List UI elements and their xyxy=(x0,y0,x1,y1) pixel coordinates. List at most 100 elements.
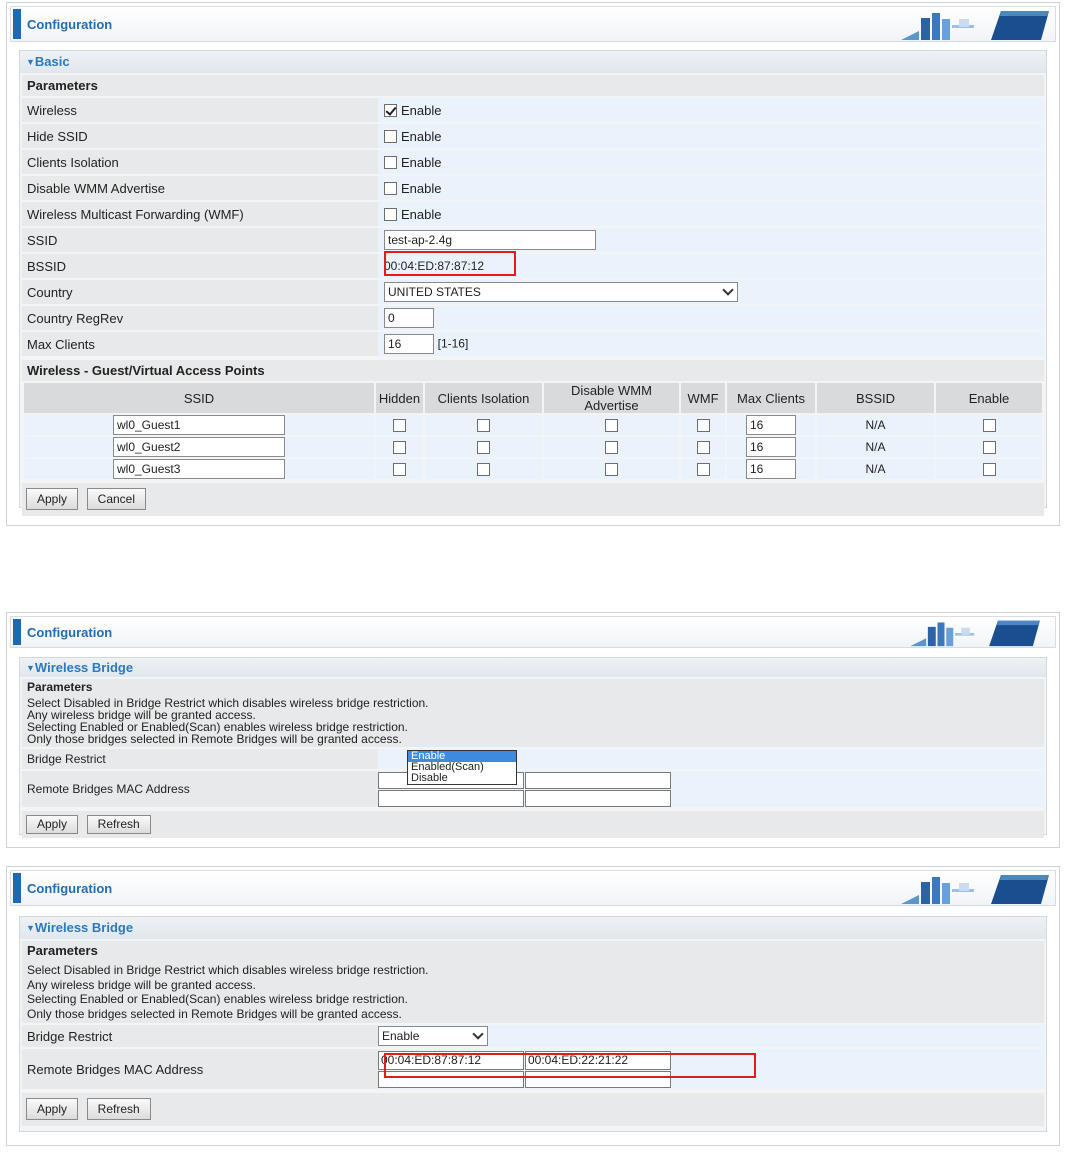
guest-col-enable: Enable xyxy=(936,383,1042,413)
guest-col-bssid: BSSID xyxy=(817,383,934,413)
guest3-isolation-checkbox[interactable] xyxy=(477,462,490,476)
guest1-hidden-checkbox[interactable] xyxy=(393,418,406,432)
header-title: Configuration xyxy=(27,17,113,32)
clients-isolation-checkbox[interactable] xyxy=(384,155,397,169)
bridge-restrict-label: Bridge Restrict xyxy=(22,1025,378,1047)
cancel-button[interactable]: Cancel xyxy=(86,488,147,510)
parameters-heading: Parameters xyxy=(22,941,1044,961)
mac-input-2[interactable] xyxy=(525,771,671,789)
basic-config-panel: Configuration ▼Basic Parameters Wireless… xyxy=(6,2,1060,526)
guest3-hidden-checkbox[interactable] xyxy=(393,462,406,476)
guest3-enable-checkbox[interactable] xyxy=(982,462,996,476)
disable-wmm-checkbox[interactable] xyxy=(384,181,397,195)
guest3-bssid: N/A xyxy=(817,459,934,479)
guest3-ssid-input[interactable]: wl0_Guest3 xyxy=(113,459,285,479)
clients-isolation-enable-label: Enable xyxy=(401,154,442,170)
guest-col-max-clients: Max Clients xyxy=(727,383,815,413)
clients-isolation-row: Clients Isolation Enable xyxy=(22,150,1044,174)
table-row: wl0_Guest3 16 N/A xyxy=(24,459,1042,479)
max-clients-row: Max Clients 16 [1-16] xyxy=(22,332,1044,356)
wireless-bridge-section-toggle[interactable]: ▼Wireless Bridge xyxy=(20,917,1046,939)
wmf-row: Wireless Multicast Forwarding (WMF) Enab… xyxy=(22,202,1044,226)
max-clients-label: Max Clients xyxy=(22,332,378,356)
guest3-wmm-checkbox[interactable] xyxy=(605,462,618,476)
hide-ssid-checkbox[interactable] xyxy=(384,129,397,143)
bridge-config-panel: Configuration ▼Wireless Bridge Parameter… xyxy=(6,866,1060,1146)
bridge-form-table: Bridge Restrict Remote Bridges MAC Addre… xyxy=(22,747,1044,809)
refresh-button[interactable]: Refresh xyxy=(86,815,151,834)
country-row: Country UNITED STATES xyxy=(22,280,1044,304)
mac-input-4[interactable] xyxy=(525,1070,671,1088)
country-regrev-label: Country RegRev xyxy=(22,306,378,330)
mac-input-4[interactable] xyxy=(525,789,671,807)
wmf-label: Wireless Multicast Forwarding (WMF) xyxy=(22,202,378,226)
apply-button[interactable]: Apply xyxy=(26,488,79,510)
header-accent-bar xyxy=(13,9,21,39)
header-accent-bar xyxy=(13,873,21,903)
guest1-enable-checkbox[interactable] xyxy=(982,418,996,432)
hide-ssid-enable-label: Enable xyxy=(401,128,442,144)
guest2-ssid-input[interactable]: wl0_Guest2 xyxy=(113,437,285,457)
disable-wmm-label: Disable WMM Advertise xyxy=(22,176,378,200)
country-select-value: UNITED STATES xyxy=(388,285,481,299)
mac-input-3[interactable] xyxy=(378,1070,524,1088)
bridge-config-panel-dropdown: Configuration ▼Wireless Bridge Parameter… xyxy=(6,612,1060,848)
guest2-wmf-checkbox[interactable] xyxy=(696,440,710,454)
basic-parameters-table: Wireless Enable Hide SSID Enable Clients… xyxy=(22,96,1044,358)
config-header: Configuration xyxy=(10,6,1056,42)
bssid-row: BSSID 00:04:ED:87:87:12 xyxy=(22,254,1044,278)
max-clients-input[interactable]: 16 xyxy=(384,334,434,354)
guest-header-row: SSID Hidden Clients Isolation Disable WM… xyxy=(24,383,1042,413)
apply-button[interactable]: Apply xyxy=(26,815,79,834)
country-regrev-input[interactable]: 0 xyxy=(384,308,434,328)
basic-section-toggle[interactable]: ▼Basic xyxy=(20,51,1046,73)
network-banner-icon xyxy=(910,620,1040,647)
guest1-ssid-input[interactable]: wl0_Guest1 xyxy=(113,415,285,435)
header-accent-bar xyxy=(13,619,21,645)
wireless-enable-label: Enable xyxy=(401,102,442,118)
table-row: wl0_Guest1 16 N/A xyxy=(24,415,1042,435)
refresh-button[interactable]: Refresh xyxy=(86,1098,151,1120)
basic-section-title: Basic xyxy=(34,54,70,69)
guest1-wmm-checkbox[interactable] xyxy=(605,418,618,432)
bssid-label: BSSID xyxy=(22,254,378,278)
header-title: Configuration xyxy=(27,881,113,896)
ssid-input[interactable]: test-ap-2.4g xyxy=(384,230,596,250)
guest2-enable-checkbox[interactable] xyxy=(982,440,996,454)
guest1-wmf-checkbox[interactable] xyxy=(696,418,710,432)
clients-isolation-label: Clients Isolation xyxy=(22,150,378,174)
config-header: Configuration xyxy=(10,616,1056,648)
guest-ap-heading: Wireless - Guest/Virtual Access Points xyxy=(22,360,1044,381)
wireless-enable-checkbox[interactable] xyxy=(384,103,397,117)
info-line: Any wireless bridge will be granted acce… xyxy=(27,977,256,992)
wmf-enable-label: Enable xyxy=(401,206,442,222)
wmf-checkbox[interactable] xyxy=(384,207,397,221)
country-select[interactable]: UNITED STATES xyxy=(384,282,738,302)
mac-input-2[interactable]: 00:04:ED:22:21:22 xyxy=(525,1050,671,1070)
ssid-row: SSID test-ap-2.4g xyxy=(22,228,1044,252)
basic-section: ▼Basic Parameters Wireless Enable Hide S… xyxy=(19,50,1047,516)
mac-input-3[interactable] xyxy=(378,789,524,807)
dropdown-option-disable[interactable]: Disable xyxy=(408,773,516,784)
bridge-info-text: Select Disabled in Bridge Restrict which… xyxy=(22,695,1044,747)
mac-address-grid: 00:04:ED:87:87:12 00:04:ED:22:21:22 xyxy=(378,1050,1044,1088)
apply-button[interactable]: Apply xyxy=(26,1098,79,1120)
guest1-max-clients-input[interactable]: 16 xyxy=(746,415,796,435)
mac-input-1[interactable]: 00:04:ED:87:87:12 xyxy=(378,1050,524,1070)
info-line: Only those bridges selected in Remote Br… xyxy=(27,1006,402,1021)
wireless-bridge-section-toggle[interactable]: ▼Wireless Bridge xyxy=(20,658,1046,677)
guest2-max-clients-input[interactable]: 16 xyxy=(746,437,796,457)
bridge-restrict-value: Enable xyxy=(382,1029,420,1043)
wireless-bridge-section-title: Wireless Bridge xyxy=(34,660,134,675)
guest2-wmm-checkbox[interactable] xyxy=(605,440,618,454)
guest2-isolation-checkbox[interactable] xyxy=(477,440,490,454)
info-line: Selecting Enabled or Enabled(Scan) enabl… xyxy=(27,992,408,1006)
guest2-hidden-checkbox[interactable] xyxy=(393,440,406,454)
bridge-restrict-dropdown[interactable]: Enable Enabled(Scan) Disable xyxy=(407,750,517,785)
guest1-isolation-checkbox[interactable] xyxy=(477,418,490,432)
guest3-wmf-checkbox[interactable] xyxy=(696,462,710,476)
hide-ssid-label: Hide SSID xyxy=(22,124,378,148)
bridge-restrict-select[interactable]: Enable xyxy=(378,1026,488,1046)
bridge-info-text: Select Disabled in Bridge Restrict which… xyxy=(22,961,1044,1023)
guest3-max-clients-input[interactable]: 16 xyxy=(746,459,796,479)
